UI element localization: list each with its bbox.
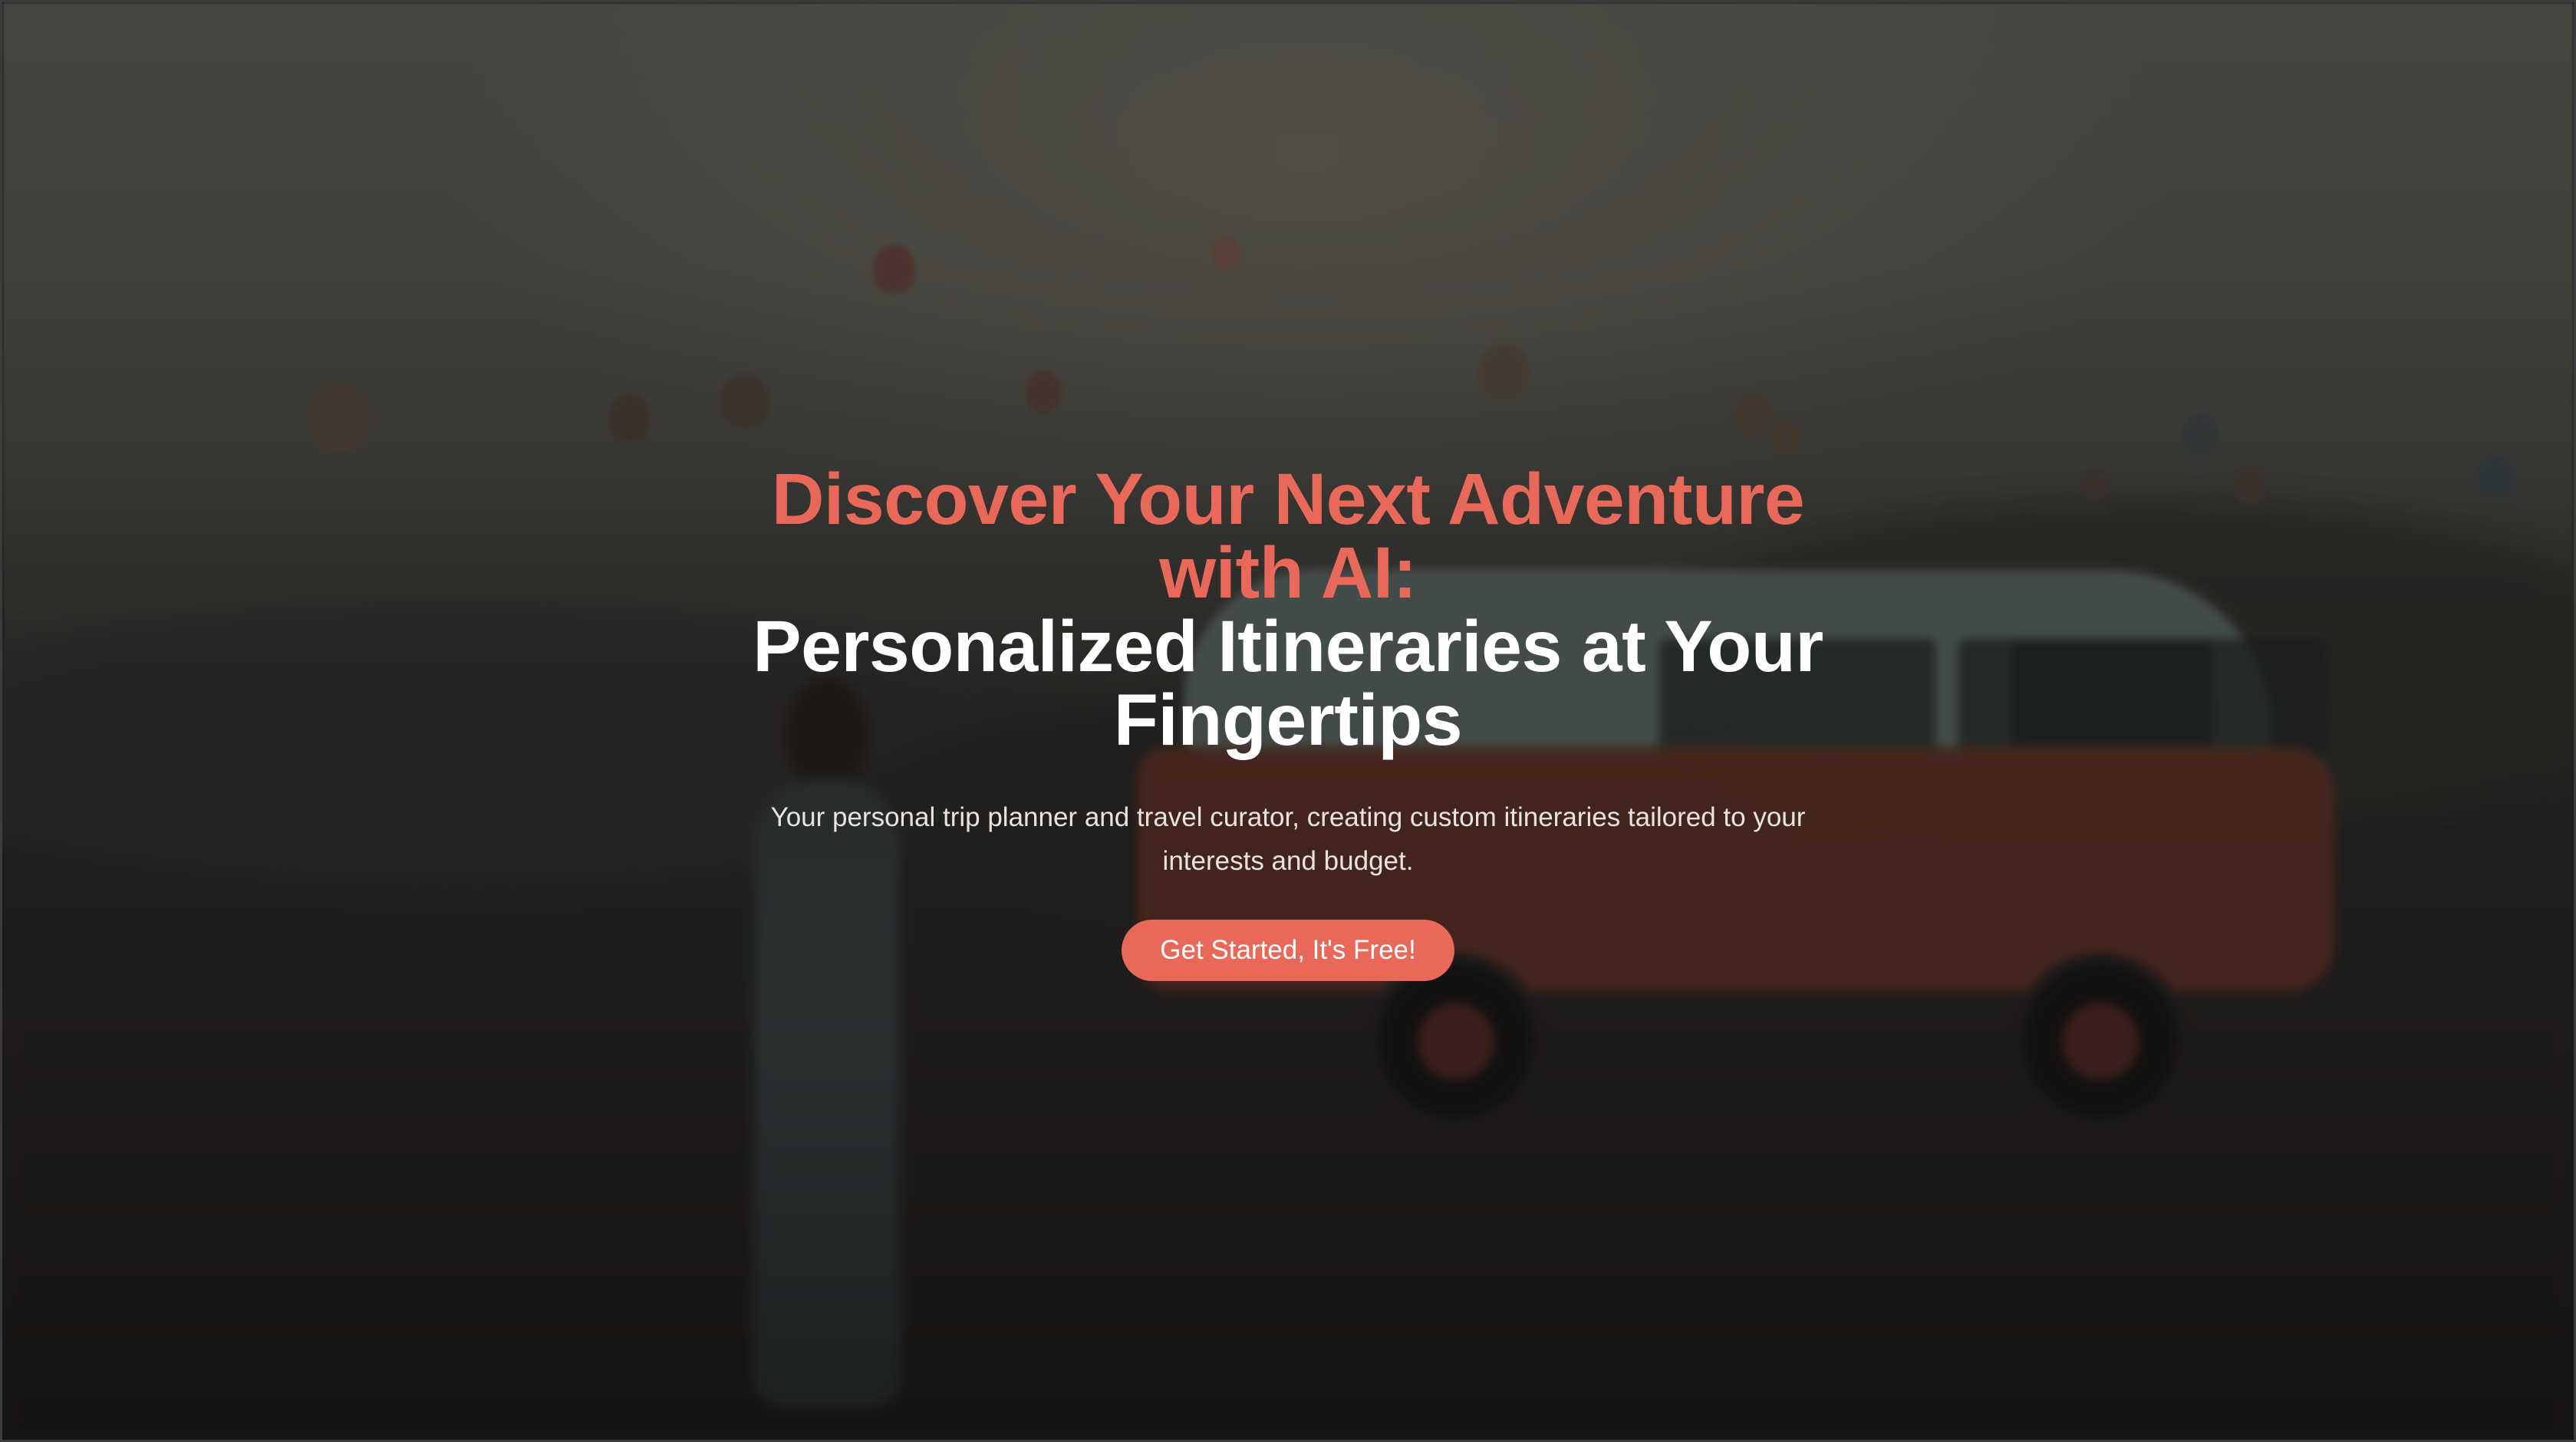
hero-section: Discover Your Next Adventure with AI: Pe…: [0, 0, 2576, 1442]
hero-title-accent-line2: with AI:: [1159, 532, 1417, 614]
hero-title-main-line2: Fingertips: [1113, 680, 1463, 761]
hero-title-accent-line1: Discover Your Next Adventure: [771, 459, 1805, 540]
get-started-button[interactable]: Get Started, It's Free!: [1122, 920, 1454, 981]
hero-subtitle: Your personal trip planner and travel cu…: [770, 802, 1806, 876]
hero-title-main: Personalized Itineraries at Your Fingert…: [728, 610, 1848, 757]
hero-title: Discover Your Next Adventure with AI: Pe…: [2, 463, 2574, 757]
hero-content: Discover Your Next Adventure with AI: Pe…: [2, 463, 2574, 981]
hero-title-accent: Discover Your Next Adventure with AI:: [751, 463, 1825, 610]
hero-title-main-line1: Personalized Itineraries at Your: [753, 606, 1823, 687]
